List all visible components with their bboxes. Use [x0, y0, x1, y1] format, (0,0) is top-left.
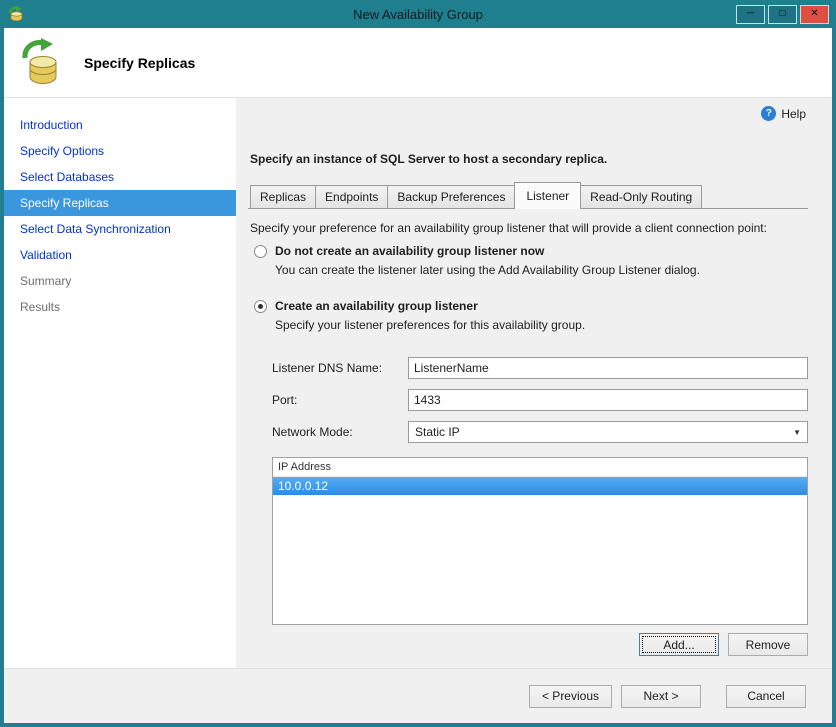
radio-no-listener-description: You can create the listener later using …	[275, 263, 700, 277]
radio-create-listener-circle[interactable]	[254, 299, 267, 313]
help-label: Help	[781, 106, 806, 121]
ip-address-column-header: IP Address	[273, 458, 807, 477]
network-mode-label: Network Mode:	[272, 425, 353, 439]
radio-no-listener-circle[interactable]	[254, 244, 267, 258]
network-mode-row: Network Mode: Static IP ▼	[272, 421, 808, 443]
content-pane: ? Help Specify an instance of SQL Server…	[236, 98, 832, 668]
availability-group-app-icon	[8, 6, 24, 22]
sidebar-item-specify-replicas[interactable]: Specify Replicas	[4, 190, 236, 216]
network-mode-value: Static IP	[415, 425, 460, 439]
new-availability-group-window: New Availability Group ─ □ ✕ Specify Rep…	[0, 0, 836, 727]
wizard-footer: < Previous Next > Cancel	[4, 668, 832, 723]
help-link[interactable]: ? Help	[761, 106, 806, 121]
minimize-button[interactable]: ─	[736, 4, 765, 24]
availability-group-icon	[20, 37, 66, 88]
add-button[interactable]: Add...	[639, 633, 719, 656]
tab-read-only-routing[interactable]: Read-Only Routing	[580, 185, 703, 208]
help-icon: ?	[761, 106, 777, 121]
wizard-steps-sidebar: Introduction Specify Options Select Data…	[4, 98, 236, 668]
sidebar-item-select-data-synchronization[interactable]: Select Data Synchronization	[4, 216, 236, 242]
close-button[interactable]: ✕	[800, 4, 829, 24]
radio-no-listener[interactable]: Do not create an availability group list…	[254, 244, 808, 258]
sidebar-item-summary: Summary	[20, 274, 72, 288]
sidebar-item-introduction[interactable]: Introduction	[4, 112, 236, 138]
page-title: Specify Replicas	[84, 54, 196, 71]
main-area: Introduction Specify Options Select Data…	[4, 98, 832, 668]
wizard-header: Specify Replicas	[4, 28, 832, 98]
radio-create-listener-label: Create an availability group listener	[275, 299, 478, 313]
radio-create-listener-description: Specify your listener preferences for th…	[275, 318, 586, 332]
next-button[interactable]: Next >	[621, 684, 701, 708]
radio-create-listener[interactable]: Create an availability group listener	[254, 299, 808, 313]
radio-no-listener-label: Do not create an availability group list…	[275, 244, 545, 258]
port-input[interactable]	[408, 389, 808, 411]
window-controls: ─ □ ✕	[736, 4, 829, 24]
listener-dns-name-input[interactable]	[408, 357, 808, 379]
network-mode-select[interactable]: Static IP ▼	[408, 421, 808, 443]
listener-form: Listener DNS Name: Port: Network Mode: S…	[250, 357, 808, 453]
cancel-button[interactable]: Cancel	[726, 684, 806, 708]
tab-replicas[interactable]: Replicas	[250, 185, 317, 208]
listener-preference-text: Specify your preference for an availabil…	[250, 221, 767, 235]
titlebar[interactable]: New Availability Group ─ □ ✕	[0, 0, 836, 28]
tab-listener[interactable]: Listener	[514, 182, 582, 209]
tab-backup-preferences[interactable]: Backup Preferences	[387, 185, 516, 208]
sidebar-item-results: Results	[20, 300, 61, 314]
window-title: New Availability Group	[353, 6, 483, 22]
maximize-button[interactable]: □	[768, 4, 797, 24]
previous-button[interactable]: < Previous	[528, 684, 612, 708]
sidebar-item-specify-options[interactable]: Specify Options	[4, 138, 236, 164]
dns-name-row: Listener DNS Name:	[272, 357, 808, 379]
listener-tab-panel: Specify your preference for an availabil…	[248, 209, 808, 668]
ip-list-buttons: Add... Remove	[250, 633, 808, 656]
chevron-down-icon: ▼	[793, 427, 801, 437]
tab-endpoints[interactable]: Endpoints	[315, 185, 389, 208]
ip-address-list[interactable]: IP Address 10.0.0.12	[272, 457, 808, 625]
tab-strip: Replicas Endpoints Backup Preferences Li…	[248, 182, 808, 209]
port-label: Port:	[272, 393, 298, 407]
instruction-text: Specify an instance of SQL Server to hos…	[250, 152, 608, 166]
port-row: Port:	[272, 389, 808, 411]
dns-name-label: Listener DNS Name:	[272, 361, 383, 375]
sidebar-item-select-databases[interactable]: Select Databases	[4, 164, 236, 190]
sidebar-item-validation[interactable]: Validation	[4, 242, 236, 268]
ip-address-row[interactable]: 10.0.0.12	[273, 477, 807, 495]
window-body: Specify Replicas Introduction Specify Op…	[4, 28, 832, 723]
remove-button[interactable]: Remove	[728, 633, 808, 656]
